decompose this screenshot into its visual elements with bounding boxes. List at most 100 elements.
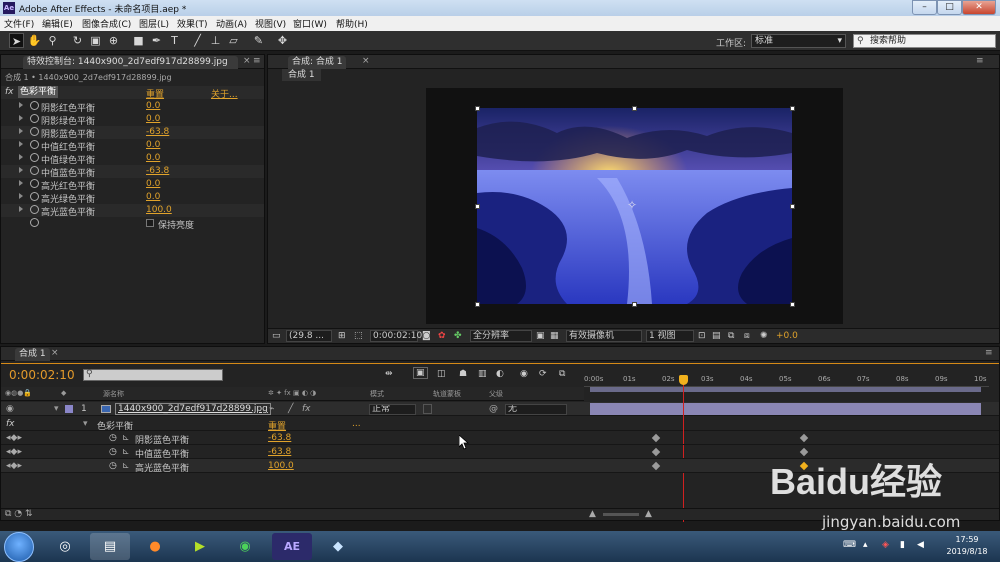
text-tool-icon[interactable]: T xyxy=(167,33,182,48)
effect-property-value[interactable]: 0.0 xyxy=(146,179,160,189)
maximize-button[interactable]: □ xyxy=(937,0,962,15)
stopwatch-icon[interactable] xyxy=(30,205,39,214)
reset-link[interactable]: 重置 xyxy=(146,87,164,100)
comp-timecode[interactable]: 0:00:02:10 xyxy=(370,330,422,342)
stopwatch-icon[interactable] xyxy=(30,166,39,175)
close-icon[interactable]: × xyxy=(243,56,251,66)
tab-effect-controls[interactable]: 特效控制台: 1440x900_2d7edf917d28899.jpg xyxy=(23,56,238,69)
quality-switch-icon[interactable]: ╱ xyxy=(288,404,293,414)
tab-composition[interactable]: 合成: 合成 1 xyxy=(288,56,347,69)
menu-file[interactable]: 文件(F) xyxy=(4,17,34,30)
effect-property-row[interactable]: 阴影蓝色平衡 -63.8 xyxy=(1,126,264,140)
menu-help[interactable]: 帮助(H) xyxy=(336,17,368,30)
snapshot-icon[interactable]: ◙ xyxy=(422,331,431,342)
layer-row[interactable]: ◉ ▾ 1 1440x900_2d7edf917d28899.jpg ⌁ ╱ f… xyxy=(1,402,999,416)
graph-icon[interactable]: ⊾ xyxy=(122,461,130,471)
preserve-luminosity-checkbox[interactable] xyxy=(146,219,154,227)
workspace-select[interactable]: 标准 ▾ xyxy=(751,34,846,48)
expand-triangle-icon[interactable] xyxy=(19,115,23,121)
menu-composition[interactable]: 图像合成(C) xyxy=(82,17,131,30)
effect-property-row[interactable]: 中值绿色平衡 0.0 xyxy=(1,152,264,166)
menu-layer[interactable]: 图层(L) xyxy=(139,17,169,30)
after-effects-taskbar-icon[interactable]: AE xyxy=(272,533,312,560)
views-select[interactable]: 1 视图 xyxy=(646,330,694,342)
effect-options-link[interactable]: ... xyxy=(352,419,361,429)
stopwatch-icon[interactable] xyxy=(30,127,39,136)
shy-layers-icon[interactable]: ☗ xyxy=(459,369,467,379)
brush-tool-icon[interactable]: ╱ xyxy=(190,33,205,48)
transform-handle[interactable] xyxy=(790,302,795,307)
menu-edit[interactable]: 编辑(E) xyxy=(42,17,73,30)
effect-property-value[interactable]: 0.0 xyxy=(146,114,160,124)
expand-triangle-icon[interactable] xyxy=(19,102,23,108)
notes-icon[interactable]: ◆ xyxy=(318,533,358,560)
timeline-icon[interactable]: ⧉ xyxy=(728,331,734,342)
comp-mini-flowchart-icon[interactable]: ⇹ xyxy=(385,369,393,379)
transparency-grid-icon[interactable]: ▦ xyxy=(550,331,559,342)
timeline-zoom-slider[interactable] xyxy=(603,513,639,516)
stopwatch-icon[interactable]: ◷ xyxy=(109,447,117,457)
stopwatch-icon[interactable]: ◷ xyxy=(109,461,117,471)
system-clock[interactable]: 17:59 2019/8/18 xyxy=(937,534,997,558)
exposure-icon[interactable]: ✺ xyxy=(760,331,768,342)
expand-triangle-icon[interactable] xyxy=(19,154,23,160)
transform-handle[interactable] xyxy=(475,302,480,307)
effect-group-row[interactable]: fx ▾ 色彩平衡 重置 ... xyxy=(1,417,999,432)
effect-property-value[interactable]: 0.0 xyxy=(146,192,160,202)
transform-handle[interactable] xyxy=(475,204,480,209)
stopwatch-icon[interactable] xyxy=(30,179,39,188)
panel-menu-icon[interactable]: ≡ xyxy=(253,56,261,66)
track-matte-select[interactable] xyxy=(423,404,432,414)
graph-icon[interactable]: ⊾ xyxy=(122,433,130,443)
expand-triangle-icon[interactable] xyxy=(19,141,23,147)
expand-triangle-icon[interactable]: ▾ xyxy=(54,404,59,414)
graph-editor-icon[interactable]: ◉ xyxy=(520,369,528,379)
menu-window[interactable]: 窗口(W) xyxy=(293,17,327,30)
effect-property-value[interactable]: -63.8 xyxy=(146,127,169,137)
rotate-tool-icon[interactable]: ↻ xyxy=(70,33,85,48)
effect-property-row[interactable]: 阴影红色平衡 0.0 xyxy=(1,100,264,114)
current-time-indicator[interactable] xyxy=(679,375,688,385)
frame-blending-icon[interactable]: ▥ xyxy=(478,369,487,379)
motion-blur-icon[interactable]: ◐ xyxy=(496,369,504,379)
video-editor-icon[interactable]: ▶ xyxy=(180,533,220,560)
keyframe-diamond[interactable] xyxy=(799,433,809,443)
close-button[interactable]: ✕ xyxy=(962,0,996,15)
firefox-icon[interactable]: ● xyxy=(135,533,175,560)
expand-triangle-icon[interactable] xyxy=(19,193,23,199)
layer-label-color[interactable] xyxy=(65,405,73,413)
network-icon[interactable]: ▮ xyxy=(900,540,905,550)
expand-triangle-icon[interactable]: ▾ xyxy=(83,419,88,429)
toggle-switches-icon[interactable]: ⧉ ◔ ⇅ xyxy=(5,509,33,519)
fx-toggle[interactable]: fx xyxy=(5,87,14,97)
volume-icon[interactable]: ◀ xyxy=(917,540,924,550)
brainstorm-icon[interactable]: ⟳ xyxy=(539,369,547,379)
security-icon[interactable]: ◈ xyxy=(882,540,889,550)
effect-property-value[interactable]: -63.8 xyxy=(146,166,169,176)
keyframe-diamond[interactable] xyxy=(651,461,661,471)
property-value[interactable]: -63.8 xyxy=(268,433,291,443)
region-of-interest-icon[interactable]: ▣ xyxy=(536,331,545,342)
menu-effect[interactable]: 效果(T) xyxy=(177,17,208,30)
close-icon[interactable]: × xyxy=(362,56,370,66)
effect-property-row[interactable]: 中值蓝色平衡 -63.8 xyxy=(1,165,264,179)
clone-stamp-tool-icon[interactable]: ⊥ xyxy=(208,33,223,48)
camera-tool-icon[interactable]: ▣ xyxy=(88,33,103,48)
about-link[interactable]: 关于... xyxy=(211,87,238,100)
start-button[interactable] xyxy=(4,532,34,562)
keyframe-nav-icon[interactable]: ◂◆▸ xyxy=(6,461,22,471)
pan-behind-tool-icon[interactable]: ⊕ xyxy=(106,33,121,48)
timeline-timecode[interactable]: 0:00:02:10 xyxy=(9,368,75,382)
media-player-icon[interactable]: ◎ xyxy=(45,533,85,560)
parent-pickwhip-icon[interactable]: @ xyxy=(489,404,498,414)
minimize-button[interactable]: – xyxy=(912,0,937,15)
close-icon[interactable]: × xyxy=(51,348,59,358)
live-update-icon[interactable]: ▣ xyxy=(413,367,428,379)
mask-visibility-icon[interactable]: ⬚ xyxy=(354,331,363,342)
work-area-bar[interactable] xyxy=(590,387,981,392)
always-preview-icon[interactable]: ▭ xyxy=(272,331,281,342)
zoom-select[interactable]: (29.8 ... xyxy=(286,330,332,342)
draft-3d-icon[interactable]: ◫ xyxy=(437,369,446,379)
time-ruler[interactable]: 0:00s 01s 02s 03s 04s 05s 06s 07s 08s 09s 10s xyxy=(584,373,989,387)
keyframe-diamond[interactable] xyxy=(651,433,661,443)
